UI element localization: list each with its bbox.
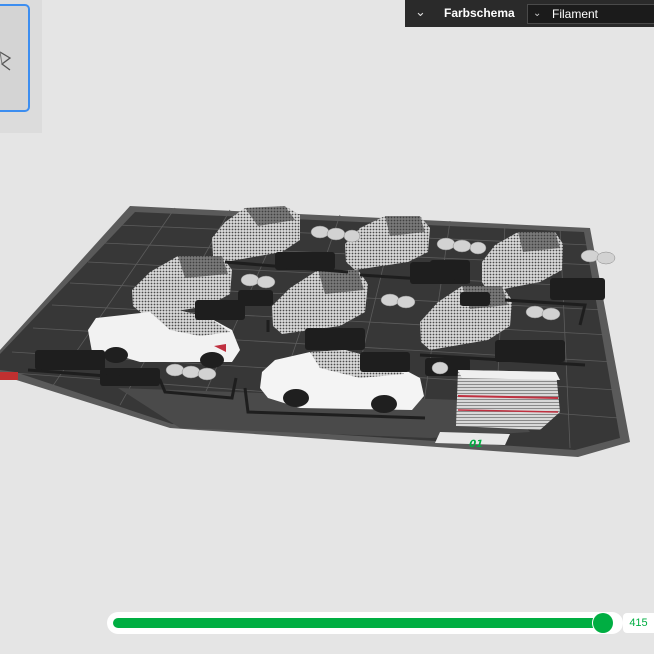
layer-number-badge: 415 [623,613,654,633]
layer-slider-thumb[interactable] [593,613,613,633]
plate-number-label: 01 [467,439,484,450]
layer-slider-fill [113,618,603,628]
build-plate-viewport[interactable]: 01 [0,0,654,654]
stacked-block-model[interactable] [456,370,560,430]
layer-slider[interactable] [107,612,623,634]
